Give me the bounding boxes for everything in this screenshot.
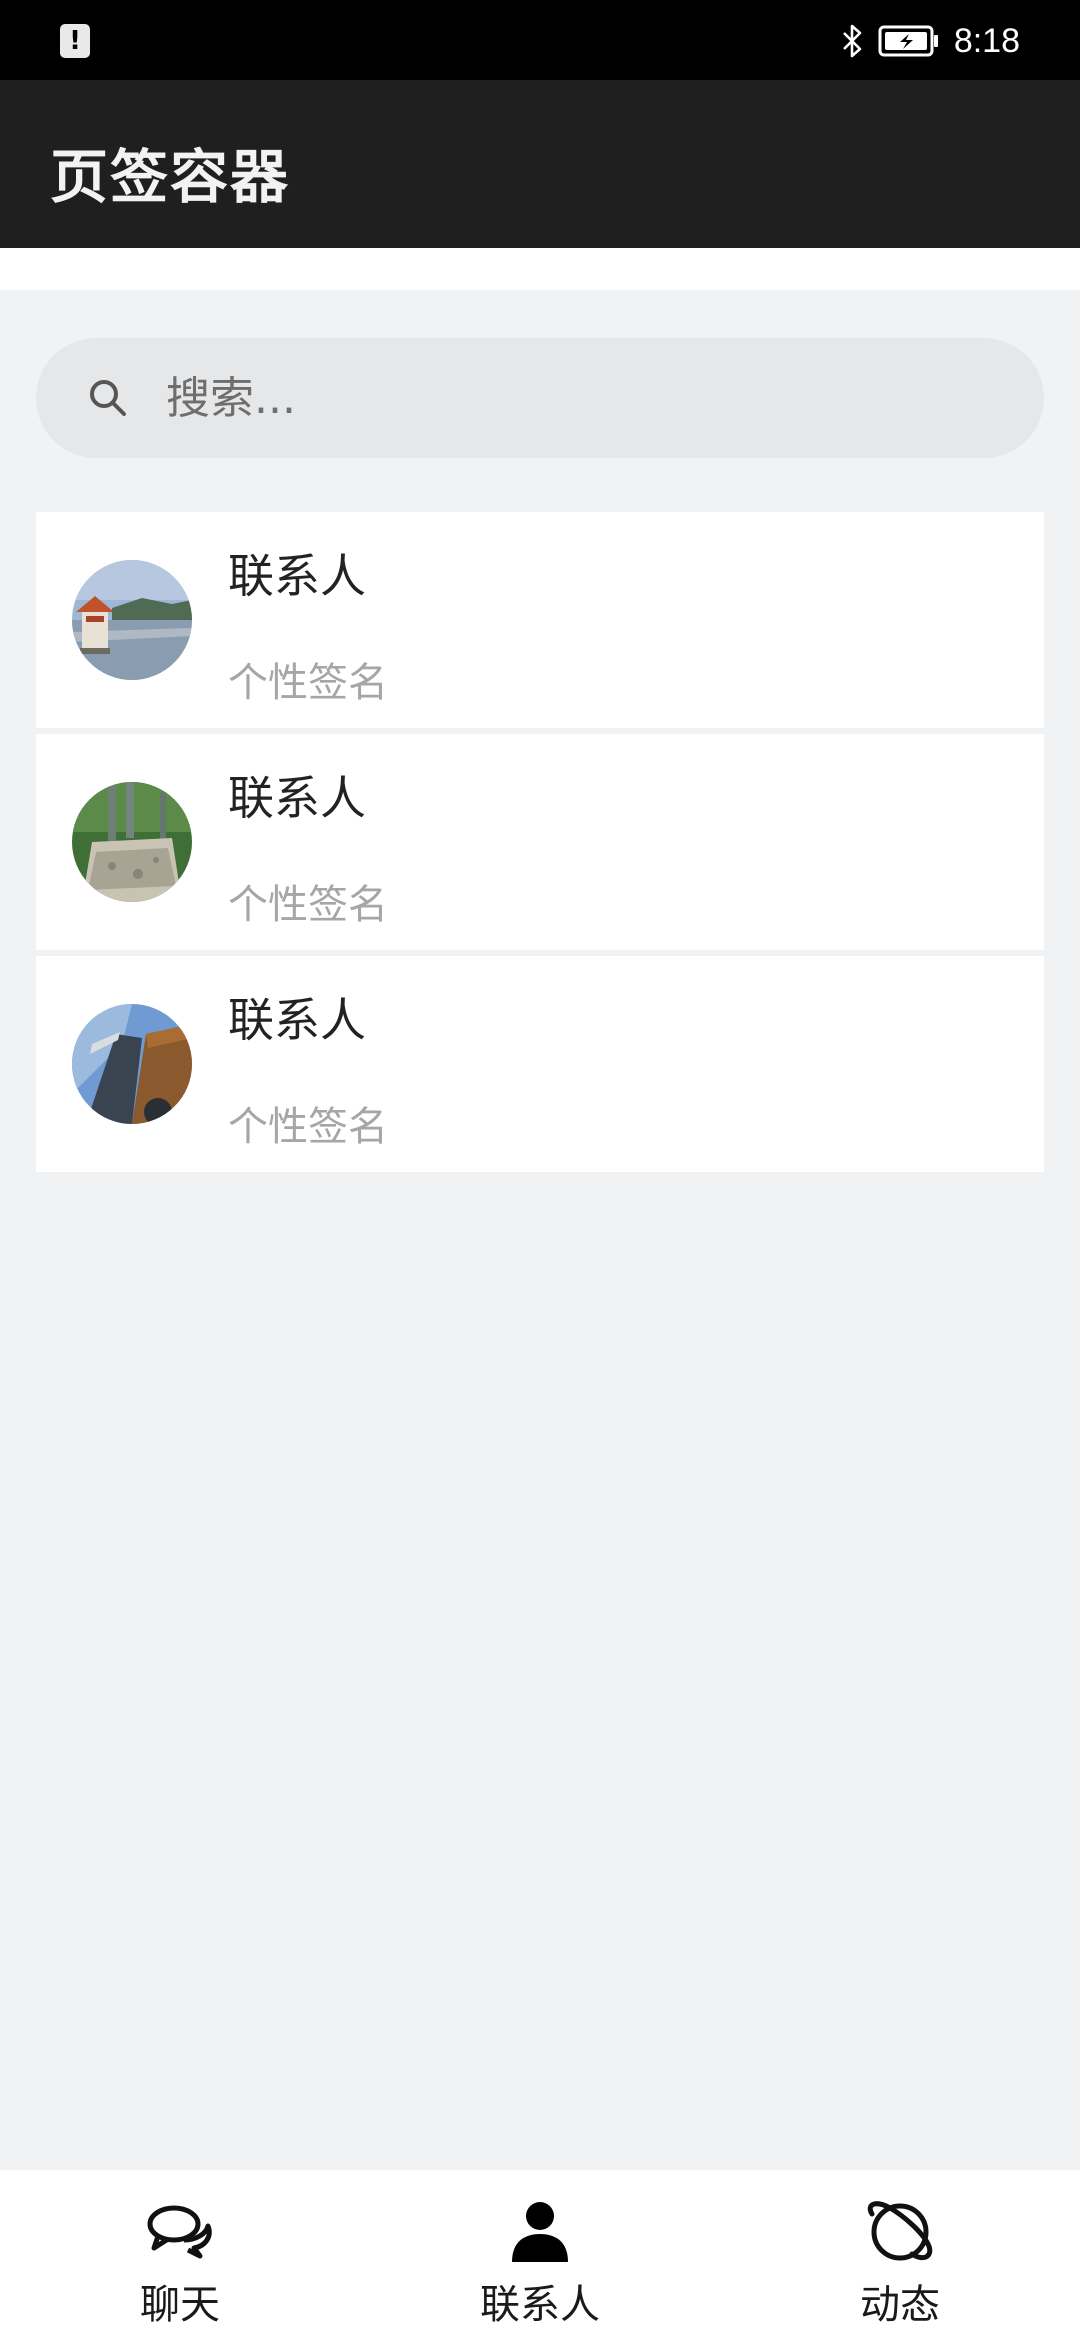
tab-moments[interactable]: 动态	[720, 2170, 1080, 2340]
app-bar: 页签容器	[0, 80, 1080, 248]
page-title: 页签容器	[50, 143, 291, 211]
status-bar: ! 8:18	[0, 0, 1080, 80]
tab-contacts-label: 联系人	[480, 2282, 600, 2328]
search-input[interactable]	[166, 358, 986, 438]
status-time: 8:18	[953, 21, 1020, 60]
bluetooth-icon	[840, 23, 864, 59]
tab-contacts[interactable]: 联系人	[360, 2170, 720, 2340]
tab-moments-label: 动态	[860, 2282, 940, 2328]
status-right: 8:18	[840, 16, 1020, 66]
tab-chat[interactable]: 聊天	[0, 2170, 360, 2340]
contact-signature: 个性签名	[228, 882, 388, 928]
battery-charging-icon	[878, 24, 940, 58]
contact-signature: 个性签名	[228, 660, 388, 706]
planet-icon	[864, 2196, 936, 2268]
avatar	[72, 1004, 192, 1124]
contact-list: 联系人 个性签名 联系人 个性签名 联系人 个性签名	[36, 512, 1044, 1178]
search-bar[interactable]	[36, 338, 1044, 458]
alert-icon: !	[60, 24, 90, 58]
search-icon	[86, 376, 130, 424]
contact-name: 联系人	[228, 993, 366, 1047]
chat-bubbles-icon	[144, 2196, 216, 2268]
avatar	[72, 560, 192, 680]
contact-item[interactable]: 联系人 个性签名	[36, 734, 1044, 950]
contact-item[interactable]: 联系人 个性签名	[36, 512, 1044, 728]
contact-name: 联系人	[228, 549, 366, 603]
avatar	[72, 782, 192, 902]
tab-chat-label: 聊天	[140, 2282, 220, 2328]
bottom-nav: 聊天 联系人 动态	[0, 2170, 1080, 2340]
contact-signature: 个性签名	[228, 1104, 388, 1150]
person-icon	[504, 2196, 576, 2268]
divider-strip	[0, 248, 1080, 290]
contact-name: 联系人	[228, 771, 366, 825]
contact-item[interactable]: 联系人 个性签名	[36, 956, 1044, 1172]
